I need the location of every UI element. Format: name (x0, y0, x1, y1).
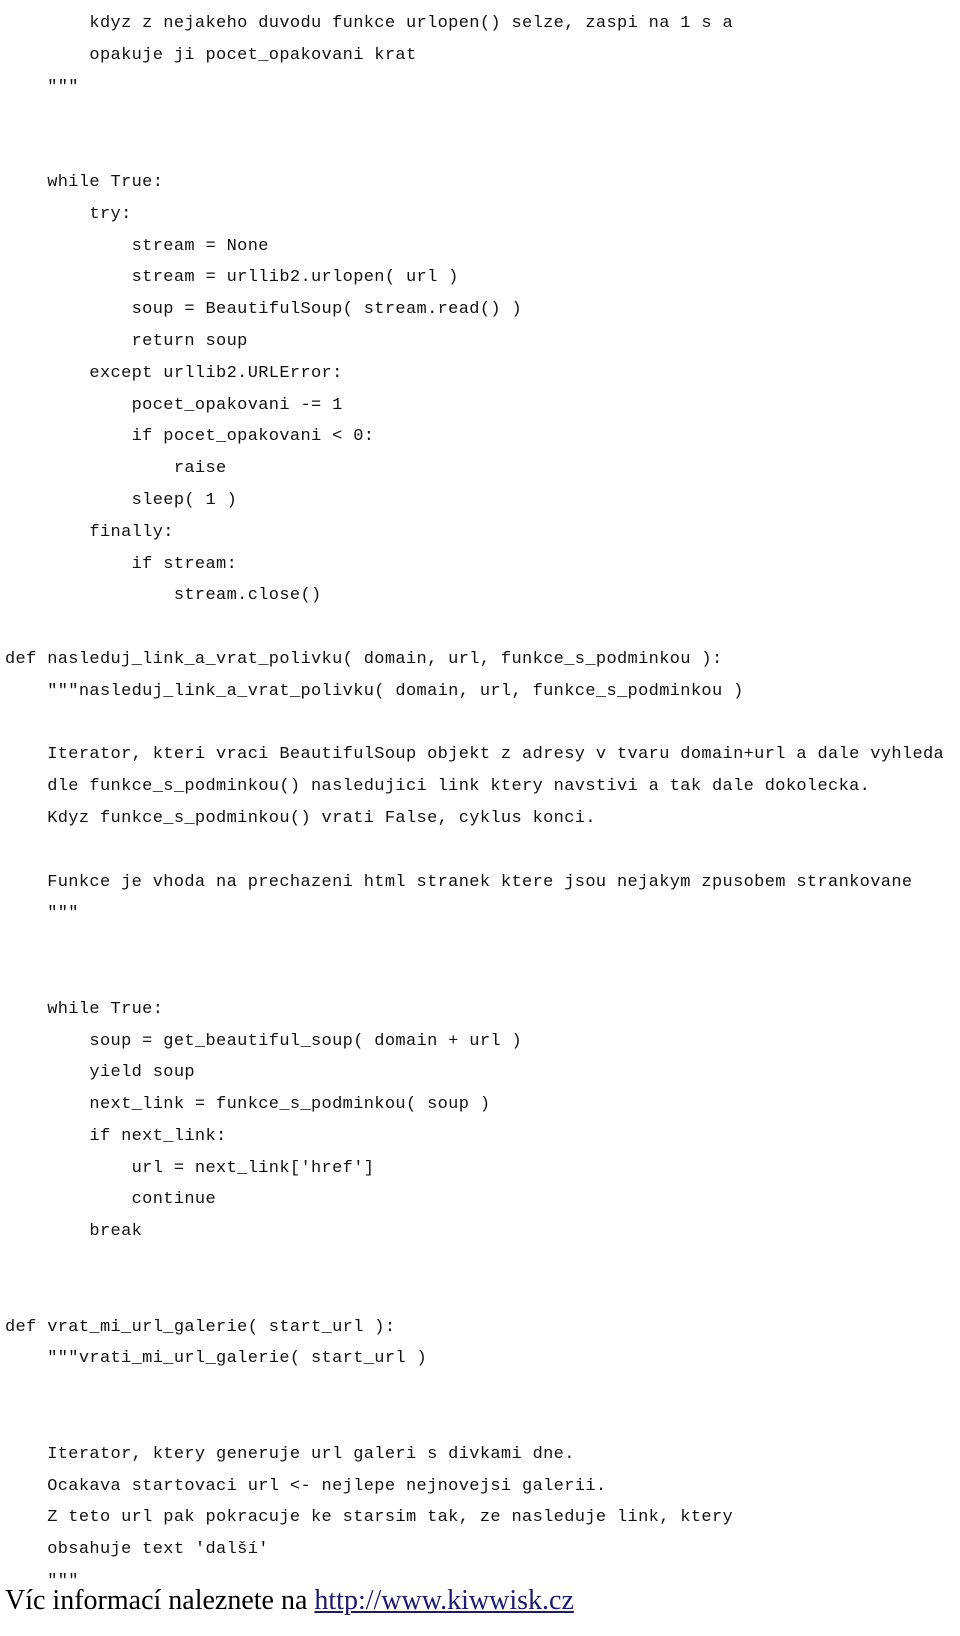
code-line: Z teto url pak pokracuje ke starsim tak,… (5, 1508, 734, 1528)
code-line: return soup (5, 331, 248, 351)
code-line: yield soup (5, 1063, 195, 1083)
code-line: except urllib2.URLError: (5, 363, 343, 383)
code-line: if stream: (5, 554, 238, 574)
code-line: def vrat_mi_url_galerie( start_url ): (5, 1317, 396, 1337)
code-line: if next_link: (5, 1126, 227, 1146)
document-page: kdyz z nejakeho duvodu funkce urlopen() … (0, 0, 960, 1636)
code-line: soup = get_beautiful_soup( domain + url … (5, 1031, 523, 1051)
code-line: while True: (5, 999, 164, 1019)
code-line: obsahuje text 'další' (5, 1540, 269, 1560)
code-line: finally: (5, 522, 174, 542)
code-line: stream = None (5, 236, 269, 256)
page-footer: Víc informací naleznete na http://www.ki… (0, 1584, 960, 1618)
code-line: while True: (5, 172, 164, 192)
code-line: break (5, 1222, 143, 1242)
code-line: raise (5, 459, 227, 479)
code-line: Iterator, ktery generuje url galeri s di… (5, 1444, 575, 1464)
code-listing: kdyz z nejakeho duvodu funkce urlopen() … (0, 0, 960, 1598)
code-line: continue (5, 1190, 217, 1210)
code-line: """nasleduj_link_a_vrat_polivku( domain,… (5, 681, 744, 701)
code-line: next_link = funkce_s_podminkou( soup ) (5, 1095, 491, 1115)
code-line: """ (5, 77, 79, 97)
code-line: if pocet_opakovani < 0: (5, 427, 375, 447)
code-line: def nasleduj_link_a_vrat_polivku( domain… (5, 649, 723, 669)
code-line: stream.close() (5, 586, 322, 606)
code-line: Iterator, kteri vraci BeautifulSoup obje… (5, 745, 945, 765)
footer-prefix-text: Víc informací naleznete na (5, 1585, 315, 1616)
footer-text-line: Víc informací naleznete na http://www.ki… (5, 1584, 960, 1618)
code-line: """ (5, 904, 79, 924)
kiwwisk-website-link[interactable]: http://www.kiwwisk.cz (314, 1585, 574, 1616)
code-line: stream = urllib2.urlopen( url ) (5, 268, 459, 288)
code-line: pocet_opakovani -= 1 (5, 395, 343, 415)
code-line: Ocakava startovaci url <- nejlepe nejnov… (5, 1476, 607, 1496)
code-line: """vrati_mi_url_galerie( start_url ) (5, 1349, 428, 1369)
code-line: kdyz z nejakeho duvodu funkce urlopen() … (5, 14, 734, 33)
code-line: dle funkce_s_podminkou() nasledujici lin… (5, 777, 871, 797)
code-line: url = next_link['href'] (5, 1158, 375, 1178)
code-line: soup = BeautifulSoup( stream.read() ) (5, 300, 523, 320)
code-line: opakuje ji pocet_opakovani krat (5, 45, 417, 65)
code-line: sleep( 1 ) (5, 490, 238, 510)
code-line: try: (5, 204, 132, 224)
code-line: Funkce je vhoda na prechazeni html stran… (5, 872, 913, 892)
code-line: Kdyz funkce_s_podminkou() vrati False, c… (5, 808, 596, 828)
